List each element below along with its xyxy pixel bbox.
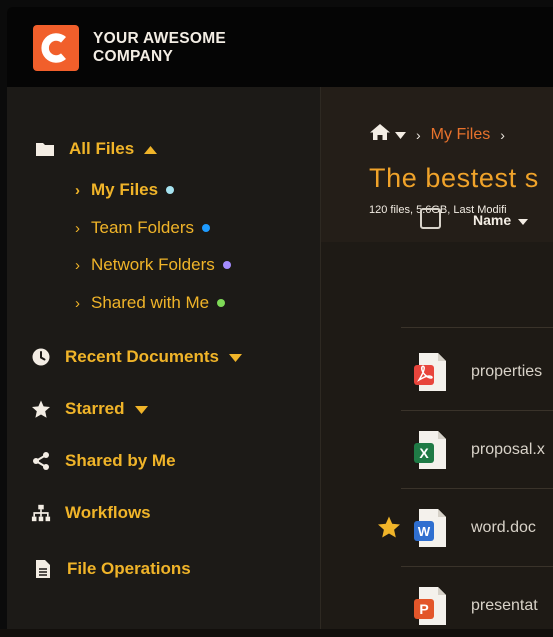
table-row[interactable]: P presentat <box>321 567 553 637</box>
clock-icon <box>31 347 51 367</box>
nav-recent-documents[interactable]: Recent Documents <box>31 347 242 367</box>
file-name[interactable]: proposal.x <box>471 441 545 459</box>
nav-workflows-label: Workflows <box>65 503 151 522</box>
status-dot <box>222 261 231 269</box>
sidebar: All Files › My Files › Team Folders › Ne… <box>7 87 320 637</box>
sidebar-item-shared-with-me[interactable]: › Shared with Me <box>75 293 226 313</box>
sidebar-item-my-files[interactable]: › My Files <box>75 180 175 200</box>
status-dot <box>217 299 226 307</box>
sidebar-item-label: Team Folders <box>91 218 194 237</box>
nav-all-files-label: All Files <box>69 139 135 158</box>
column-header-label: Name <box>473 212 512 228</box>
status-dot <box>166 186 175 194</box>
main-content: › My Files › The bestest s 120 files, 5.… <box>320 87 553 637</box>
caret-up-icon[interactable] <box>144 139 158 159</box>
company-name: YOUR AWESOME COMPANY <box>93 30 226 66</box>
table-row[interactable]: W word.doc <box>321 489 553 567</box>
company-logo-icon[interactable] <box>33 25 79 71</box>
sort-caret-icon[interactable] <box>518 212 529 228</box>
nav-file-operations-label: File Operations <box>67 559 191 578</box>
nav-recent-documents-label: Recent Documents <box>65 347 219 366</box>
status-dot <box>201 224 210 232</box>
breadcrumb-separator: › <box>500 126 505 143</box>
excel-icon: X <box>413 429 451 471</box>
file-name[interactable]: presentat <box>471 597 538 615</box>
chevron-right-icon: › <box>75 256 80 274</box>
app-window: YOUR AWESOME COMPANY All Files › My File… <box>7 7 553 637</box>
table-row[interactable]: properties <box>321 333 553 411</box>
home-icon[interactable] <box>369 123 391 146</box>
table-row[interactable]: X proposal.x <box>321 411 553 489</box>
share-icon <box>31 451 51 471</box>
column-header-name[interactable]: Name <box>473 212 529 228</box>
sidebar-item-team-folders[interactable]: › Team Folders <box>75 218 210 238</box>
folder-icon <box>35 139 55 159</box>
starred-icon[interactable] <box>377 516 401 540</box>
chevron-right-icon: › <box>75 181 80 199</box>
sidebar-item-label: My Files <box>91 180 159 199</box>
bottom-edge <box>0 629 553 637</box>
nav-shared-by-me-label: Shared by Me <box>65 451 176 470</box>
breadcrumb-my-files[interactable]: My Files <box>431 126 491 144</box>
sidebar-item-network-folders[interactable]: › Network Folders <box>75 255 231 275</box>
chevron-right-icon: › <box>75 294 80 312</box>
breadcrumb-separator: › <box>416 126 421 143</box>
file-name[interactable]: properties <box>471 363 542 381</box>
sitemap-icon <box>31 503 51 523</box>
select-all-checkbox[interactable] <box>420 208 441 229</box>
sidebar-item-label: Network Folders <box>91 255 215 274</box>
breadcrumb: › My Files › <box>369 123 515 146</box>
caret-down-icon[interactable] <box>228 347 242 367</box>
caret-down-icon[interactable] <box>395 126 406 144</box>
nav-shared-by-me[interactable]: Shared by Me <box>31 451 176 471</box>
table-header-row <box>401 280 553 328</box>
svg-text:X: X <box>419 445 429 461</box>
nav-all-files[interactable]: All Files <box>35 139 158 159</box>
nav-file-operations[interactable]: File Operations <box>33 559 191 579</box>
chevron-right-icon: › <box>75 219 80 237</box>
file-name[interactable]: word.doc <box>471 519 536 537</box>
nav-starred[interactable]: Starred <box>31 399 148 419</box>
nav-workflows[interactable]: Workflows <box>31 503 151 523</box>
file-document-icon <box>33 559 53 579</box>
nav-starred-label: Starred <box>65 399 125 418</box>
company-name-line1: YOUR AWESOME <box>93 30 227 47</box>
svg-text:W: W <box>418 524 431 539</box>
word-icon: W <box>413 507 451 549</box>
powerpoint-icon: P <box>413 585 451 627</box>
top-bar: YOUR AWESOME COMPANY <box>7 7 553 87</box>
star-icon <box>31 399 51 419</box>
pdf-icon <box>413 351 451 393</box>
svg-text:P: P <box>419 601 428 617</box>
sidebar-item-label: Shared with Me <box>91 293 210 312</box>
caret-down-icon[interactable] <box>134 399 148 419</box>
company-name-line2: COMPANY <box>93 48 174 65</box>
page-title: The bestest s <box>369 163 539 193</box>
